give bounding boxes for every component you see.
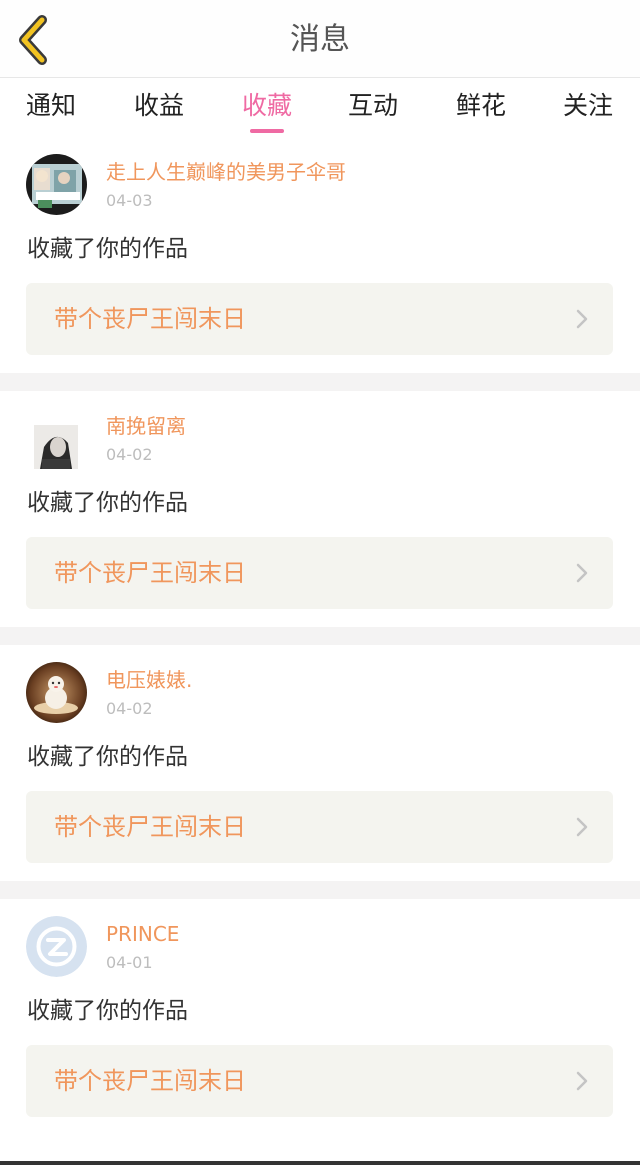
chevron-right-icon <box>576 817 588 837</box>
section-divider <box>0 881 640 899</box>
action-text: 收藏了你的作品 <box>27 490 188 516</box>
tab-interactions[interactable]: 互动 <box>333 89 413 123</box>
avatar[interactable] <box>26 154 87 215</box>
message-item: PRINCE 04-01 收藏了你的作品 带个丧尸王闯末日 <box>0 899 640 1135</box>
action-text: 收藏了你的作品 <box>27 998 188 1024</box>
section-divider <box>0 627 640 645</box>
tab-earnings[interactable]: 收益 <box>119 89 199 123</box>
avatar[interactable] <box>34 425 78 469</box>
tab-favorites[interactable]: 收藏 <box>227 89 307 123</box>
work-link[interactable]: 带个丧尸王闯末日 <box>26 1045 613 1117</box>
avatar[interactable] <box>26 662 87 723</box>
username[interactable]: 电压婊婊. <box>106 667 192 693</box>
bottom-edge <box>0 1161 640 1165</box>
avatar-photo <box>26 154 87 215</box>
tab-flowers[interactable]: 鲜花 <box>441 89 521 123</box>
top-bar: 消息 <box>0 0 640 78</box>
avatar-photo <box>34 425 78 469</box>
tab-bar: 通知 收益 收藏 互动 鲜花 关注 <box>0 79 640 137</box>
tab-follows[interactable]: 关注 <box>548 89 628 123</box>
username[interactable]: 南挽留离 <box>106 413 186 439</box>
username[interactable]: 走上人生巅峰的美男子伞哥 <box>106 159 346 185</box>
message-date: 04-02 <box>106 445 153 464</box>
chevron-right-icon <box>576 309 588 329</box>
username[interactable]: PRINCE <box>106 921 179 947</box>
chevron-right-icon <box>576 1071 588 1091</box>
default-avatar-icon <box>26 916 87 977</box>
message-list: 走上人生巅峰的美男子伞哥 04-03 收藏了你的作品 带个丧尸王闯末日 南挽留离… <box>0 137 640 1135</box>
work-title: 带个丧尸王闯末日 <box>54 559 246 587</box>
avatar-photo <box>26 662 87 723</box>
message-date: 04-02 <box>106 699 153 718</box>
section-divider <box>0 373 640 391</box>
message-item: 南挽留离 04-02 收藏了你的作品 带个丧尸王闯末日 <box>0 391 640 627</box>
chevron-right-icon <box>576 563 588 583</box>
tab-notifications[interactable]: 通知 <box>11 89 91 123</box>
work-title: 带个丧尸王闯末日 <box>54 1067 246 1095</box>
page-title: 消息 <box>290 22 350 57</box>
work-title: 带个丧尸王闯末日 <box>54 813 246 841</box>
work-link[interactable]: 带个丧尸王闯末日 <box>26 791 613 863</box>
work-link[interactable]: 带个丧尸王闯末日 <box>26 283 613 355</box>
active-tab-indicator <box>250 129 284 133</box>
message-date: 04-01 <box>106 953 153 972</box>
message-item: 走上人生巅峰的美男子伞哥 04-03 收藏了你的作品 带个丧尸王闯末日 <box>0 137 640 373</box>
message-date: 04-03 <box>106 191 153 210</box>
work-title: 带个丧尸王闯末日 <box>54 305 246 333</box>
action-text: 收藏了你的作品 <box>27 744 188 770</box>
avatar[interactable] <box>26 916 87 977</box>
work-link[interactable]: 带个丧尸王闯末日 <box>26 537 613 609</box>
action-text: 收藏了你的作品 <box>27 236 188 262</box>
message-item: 电压婊婊. 04-02 收藏了你的作品 带个丧尸王闯末日 <box>0 645 640 881</box>
